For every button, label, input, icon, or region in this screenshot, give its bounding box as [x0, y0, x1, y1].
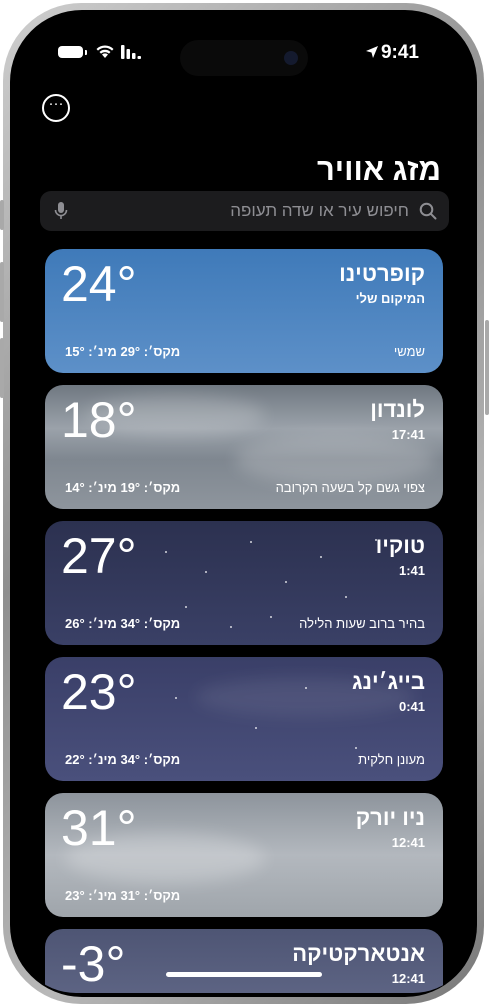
- search-icon: [419, 202, 437, 220]
- high-low-temperature: מקס׳: 31° מינ׳: 23°: [65, 888, 181, 903]
- city-subtitle: 1:41: [398, 563, 425, 578]
- search-bar[interactable]: [40, 191, 449, 231]
- status-icons: [58, 44, 141, 59]
- city-card-beijing[interactable]: בייג׳ינג 0:41 23° מעונן חלקית מקס׳: 34° …: [45, 657, 443, 781]
- weather-condition: שמשי: [393, 344, 425, 359]
- city-subtitle: 12:41: [391, 971, 425, 986]
- city-subtitle: 12:41: [391, 835, 425, 850]
- current-temperature: 18°: [61, 392, 137, 448]
- current-temperature: 24°: [61, 256, 137, 312]
- city-card-tokyo[interactable]: טוקיו 1:41 27° בהיר ברוב שעות הלילה מקס׳…: [45, 521, 443, 645]
- city-subtitle: המיקום שלי: [355, 291, 425, 306]
- city-subtitle: 0:41: [398, 699, 425, 714]
- high-low-temperature: מקס׳: 34° מינ׳: 22°: [65, 752, 181, 767]
- city-name: ניו יורק: [355, 805, 425, 830]
- weather-condition: צפוי גשם קל בשעה הקרובה: [275, 480, 425, 495]
- weather-condition: בהיר ברוב שעות הלילה: [299, 616, 425, 631]
- home-indicator[interactable]: [166, 972, 322, 977]
- high-low-temperature: מקס׳: 19° מינ׳: 14°: [65, 480, 181, 495]
- microphone-icon[interactable]: [54, 201, 68, 221]
- city-name: טוקיו: [375, 533, 425, 558]
- current-temperature: 23°: [61, 664, 137, 720]
- high-low-temperature: מקס׳: 29° מינ׳: 15°: [65, 344, 181, 359]
- status-time: 9:41: [380, 42, 419, 63]
- wifi-icon: [96, 45, 114, 58]
- current-temperature: 27°: [61, 528, 137, 584]
- search-input[interactable]: [80, 191, 409, 231]
- city-card-london[interactable]: לונדון 17:41 18° צפוי גשם קל בשעה הקרובה…: [45, 385, 443, 509]
- side-button: [485, 320, 489, 415]
- more-options-button[interactable]: ···: [42, 94, 70, 122]
- city-name: לונדון: [370, 397, 425, 422]
- volume-down-button: [0, 338, 4, 398]
- city-card-new-york[interactable]: ניו יורק 12:41 31° מקס׳: 31° מינ׳: 23°: [45, 793, 443, 917]
- volume-up-button: [0, 262, 4, 322]
- battery-icon: [58, 45, 87, 58]
- city-card-antarctica[interactable]: אנטארקטיקה 12:41 -3°: [45, 929, 443, 993]
- cloud-texture: [235, 435, 435, 485]
- city-name: בייג׳ינג: [351, 669, 425, 694]
- high-low-temperature: מקס׳: 34° מינ׳: 26°: [65, 616, 181, 631]
- cellular-signal-icon: [121, 44, 141, 59]
- city-card-cupertino[interactable]: קופרטינו המיקום שלי 24° שמשי מקס׳: 29° מ…: [45, 249, 443, 373]
- page-title: מזג אוויר: [316, 152, 441, 187]
- current-temperature: 31°: [61, 800, 137, 856]
- current-temperature: -3°: [61, 936, 126, 992]
- location-arrow-icon: [366, 46, 378, 58]
- status-bar: 9:41: [14, 42, 475, 64]
- screen: 9:41 ··· מזג אוויר קופרטינו המיקום שלי 2…: [14, 14, 475, 993]
- action-button: [0, 200, 4, 230]
- city-name: קופרטינו: [339, 261, 425, 286]
- city-name: אנטארקטיקה: [292, 941, 425, 966]
- city-subtitle: 17:41: [391, 427, 425, 442]
- weather-condition: מעונן חלקית: [358, 752, 425, 767]
